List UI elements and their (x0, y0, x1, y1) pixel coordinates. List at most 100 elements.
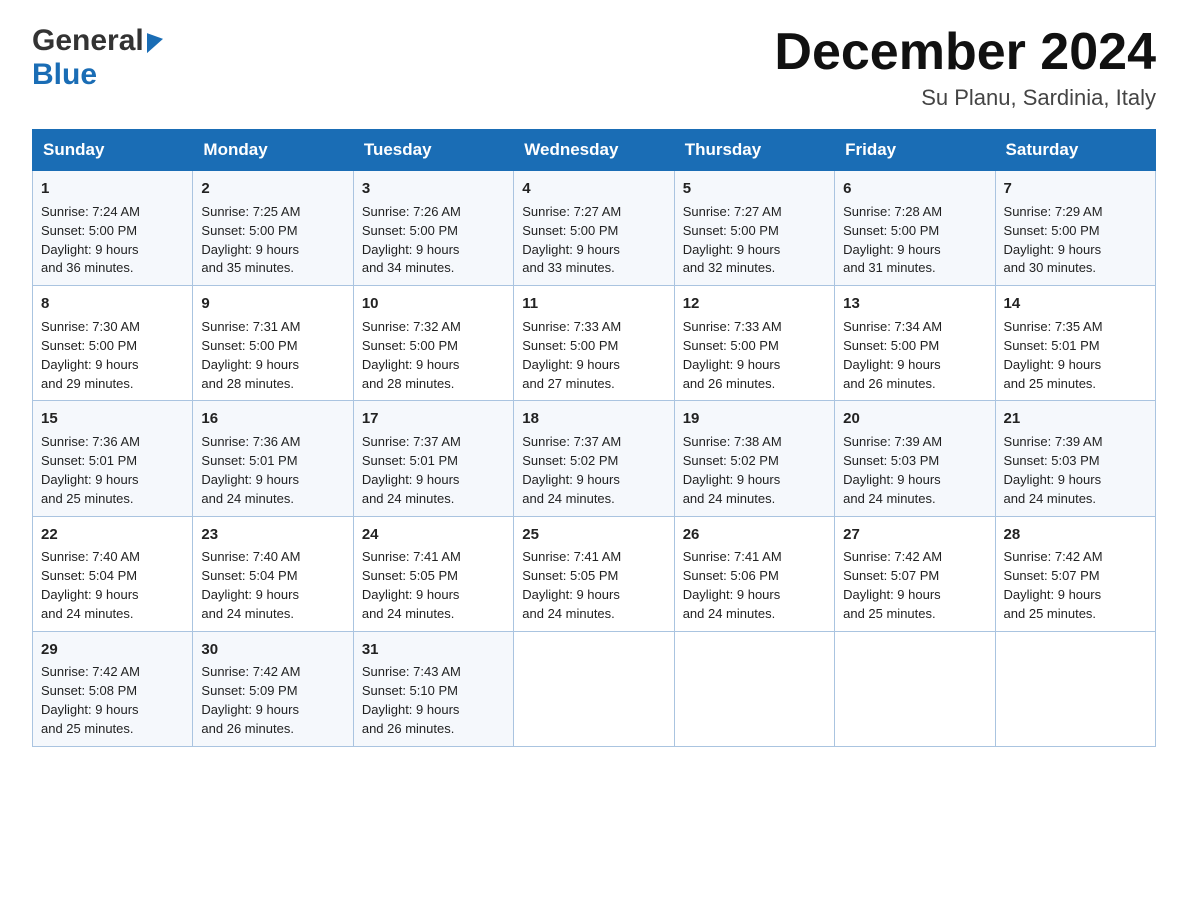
calendar-cell: 23 Sunrise: 7:40 AMSunset: 5:04 PMDayligh… (193, 516, 353, 631)
day-number: 22 (41, 524, 184, 546)
calendar-week-2: 8 Sunrise: 7:30 AMSunset: 5:00 PMDaylight… (33, 286, 1156, 401)
day-header-sunday: Sunday (33, 130, 193, 171)
day-number: 7 (1004, 178, 1147, 200)
calendar-cell: 20 Sunrise: 7:39 AMSunset: 5:03 PMDayligh… (835, 401, 995, 516)
calendar-cell: 13 Sunrise: 7:34 AMSunset: 5:00 PMDayligh… (835, 286, 995, 401)
calendar-cell: 3Sunrise: 7:26 AMSunset: 5:00 PMDaylight… (353, 171, 513, 286)
day-header-wednesday: Wednesday (514, 130, 674, 171)
day-number: 24 (362, 524, 505, 546)
day-number: 20 (843, 408, 986, 430)
calendar-cell: 8 Sunrise: 7:30 AMSunset: 5:00 PMDaylight… (33, 286, 193, 401)
day-info: Sunrise: 7:30 AMSunset: 5:00 PMDaylight:… (41, 319, 140, 391)
calendar-cell: 19 Sunrise: 7:38 AMSunset: 5:02 PMDayligh… (674, 401, 834, 516)
day-header-tuesday: Tuesday (353, 130, 513, 171)
day-info: Sunrise: 7:32 AMSunset: 5:00 PMDaylight:… (362, 319, 461, 391)
calendar-week-3: 15Sunrise: 7:36 AMSunset: 5:01 PMDayligh… (33, 401, 1156, 516)
day-info: Sunrise: 7:42 AMSunset: 5:09 PMDaylight:… (201, 664, 300, 736)
day-info: Sunrise: 7:31 AMSunset: 5:00 PMDaylight:… (201, 319, 300, 391)
day-info: Sunrise: 7:27 AMSunset: 5:00 PMDaylight:… (683, 204, 782, 276)
day-info: Sunrise: 7:33 AMSunset: 5:00 PMDaylight:… (522, 319, 621, 391)
day-info: Sunrise: 7:43 AMSunset: 5:10 PMDaylight:… (362, 664, 461, 736)
day-number: 2 (201, 178, 344, 200)
calendar-week-4: 22 Sunrise: 7:40 AMSunset: 5:04 PMDayligh… (33, 516, 1156, 631)
day-number: 23 (201, 524, 344, 546)
days-header-row: SundayMondayTuesdayWednesdayThursdayFrid… (33, 130, 1156, 171)
calendar-cell: 11 Sunrise: 7:33 AMSunset: 5:00 PMDayligh… (514, 286, 674, 401)
day-info: Sunrise: 7:40 AMSunset: 5:04 PMDaylight:… (41, 549, 140, 621)
day-number: 19 (683, 408, 826, 430)
day-info: Sunrise: 7:39 AMSunset: 5:03 PMDaylight:… (1004, 434, 1103, 506)
calendar-cell: 6Sunrise: 7:28 AMSunset: 5:00 PMDaylight… (835, 171, 995, 286)
day-header-thursday: Thursday (674, 130, 834, 171)
calendar-cell: 16Sunrise: 7:36 AMSunset: 5:01 PMDayligh… (193, 401, 353, 516)
calendar-cell: 18 Sunrise: 7:37 AMSunset: 5:02 PMDayligh… (514, 401, 674, 516)
calendar-cell: 26 Sunrise: 7:41 AMSunset: 5:06 PMDayligh… (674, 516, 834, 631)
day-number: 9 (201, 293, 344, 315)
day-header-monday: Monday (193, 130, 353, 171)
day-info: Sunrise: 7:40 AMSunset: 5:04 PMDaylight:… (201, 549, 300, 621)
day-info: Sunrise: 7:41 AMSunset: 5:05 PMDaylight:… (362, 549, 461, 621)
calendar-cell: 21 Sunrise: 7:39 AMSunset: 5:03 PMDayligh… (995, 401, 1155, 516)
calendar-cell: 24 Sunrise: 7:41 AMSunset: 5:05 PMDayligh… (353, 516, 513, 631)
calendar-week-1: 1 Sunrise: 7:24 AMSunset: 5:00 PMDaylight… (33, 171, 1156, 286)
page-header: General Blue December 2024 Su Planu, Sar… (32, 24, 1156, 111)
day-number: 30 (201, 639, 344, 661)
logo-line1: General (32, 24, 163, 58)
day-number: 11 (522, 293, 665, 315)
day-number: 18 (522, 408, 665, 430)
calendar-week-5: 29Sunrise: 7:42 AMSunset: 5:08 PMDayligh… (33, 631, 1156, 746)
day-number: 10 (362, 293, 505, 315)
calendar-cell (835, 631, 995, 746)
calendar-cell: 25Sunrise: 7:41 AMSunset: 5:05 PMDayligh… (514, 516, 674, 631)
logo-arrow-icon (147, 29, 163, 53)
calendar-cell: 2Sunrise: 7:25 AMSunset: 5:00 PMDaylight… (193, 171, 353, 286)
title-block: December 2024 Su Planu, Sardinia, Italy (774, 24, 1156, 111)
day-info: Sunrise: 7:41 AMSunset: 5:05 PMDaylight:… (522, 549, 621, 621)
day-info: Sunrise: 7:36 AMSunset: 5:01 PMDaylight:… (41, 434, 140, 506)
day-info: Sunrise: 7:42 AMSunset: 5:07 PMDaylight:… (1004, 549, 1103, 621)
calendar-cell: 5 Sunrise: 7:27 AMSunset: 5:00 PMDaylight… (674, 171, 834, 286)
day-info: Sunrise: 7:29 AMSunset: 5:00 PMDaylight:… (1004, 204, 1103, 276)
day-number: 6 (843, 178, 986, 200)
location-text: Su Planu, Sardinia, Italy (774, 85, 1156, 111)
day-info: Sunrise: 7:36 AMSunset: 5:01 PMDaylight:… (201, 434, 300, 506)
day-number: 21 (1004, 408, 1147, 430)
day-info: Sunrise: 7:33 AMSunset: 5:00 PMDaylight:… (683, 319, 782, 391)
calendar-cell: 31 Sunrise: 7:43 AMSunset: 5:10 PMDayligh… (353, 631, 513, 746)
day-info: Sunrise: 7:41 AMSunset: 5:06 PMDaylight:… (683, 549, 782, 621)
day-info: Sunrise: 7:39 AMSunset: 5:03 PMDaylight:… (843, 434, 942, 506)
calendar-cell: 22 Sunrise: 7:40 AMSunset: 5:04 PMDayligh… (33, 516, 193, 631)
day-number: 8 (41, 293, 184, 315)
calendar-cell (995, 631, 1155, 746)
day-number: 12 (683, 293, 826, 315)
calendar-cell: 12 Sunrise: 7:33 AMSunset: 5:00 PMDayligh… (674, 286, 834, 401)
month-title: December 2024 (774, 24, 1156, 81)
day-number: 13 (843, 293, 986, 315)
calendar-cell: 10 Sunrise: 7:32 AMSunset: 5:00 PMDayligh… (353, 286, 513, 401)
calendar-cell: 1 Sunrise: 7:24 AMSunset: 5:00 PMDaylight… (33, 171, 193, 286)
logo: General Blue (32, 24, 163, 92)
day-number: 1 (41, 178, 184, 200)
calendar-body: 1 Sunrise: 7:24 AMSunset: 5:00 PMDaylight… (33, 171, 1156, 747)
day-info: Sunrise: 7:26 AMSunset: 5:00 PMDaylight:… (362, 204, 461, 276)
day-number: 17 (362, 408, 505, 430)
day-info: Sunrise: 7:24 AMSunset: 5:00 PMDaylight:… (41, 204, 140, 276)
logo-blue-text: Blue (32, 58, 97, 92)
calendar-cell: 4Sunrise: 7:27 AMSunset: 5:00 PMDaylight… (514, 171, 674, 286)
day-number: 26 (683, 524, 826, 546)
calendar-cell: 29Sunrise: 7:42 AMSunset: 5:08 PMDayligh… (33, 631, 193, 746)
day-info: Sunrise: 7:37 AMSunset: 5:02 PMDaylight:… (522, 434, 621, 506)
calendar-cell: 27Sunrise: 7:42 AMSunset: 5:07 PMDayligh… (835, 516, 995, 631)
day-info: Sunrise: 7:42 AMSunset: 5:08 PMDaylight:… (41, 664, 140, 736)
day-number: 14 (1004, 293, 1147, 315)
day-info: Sunrise: 7:34 AMSunset: 5:00 PMDaylight:… (843, 319, 942, 391)
calendar-cell (514, 631, 674, 746)
calendar-header: SundayMondayTuesdayWednesdayThursdayFrid… (33, 130, 1156, 171)
day-info: Sunrise: 7:27 AMSunset: 5:00 PMDaylight:… (522, 204, 621, 276)
day-number: 5 (683, 178, 826, 200)
calendar-cell: 30 Sunrise: 7:42 AMSunset: 5:09 PMDayligh… (193, 631, 353, 746)
calendar-cell: 9 Sunrise: 7:31 AMSunset: 5:00 PMDaylight… (193, 286, 353, 401)
calendar-cell (674, 631, 834, 746)
day-number: 31 (362, 639, 505, 661)
day-info: Sunrise: 7:38 AMSunset: 5:02 PMDaylight:… (683, 434, 782, 506)
